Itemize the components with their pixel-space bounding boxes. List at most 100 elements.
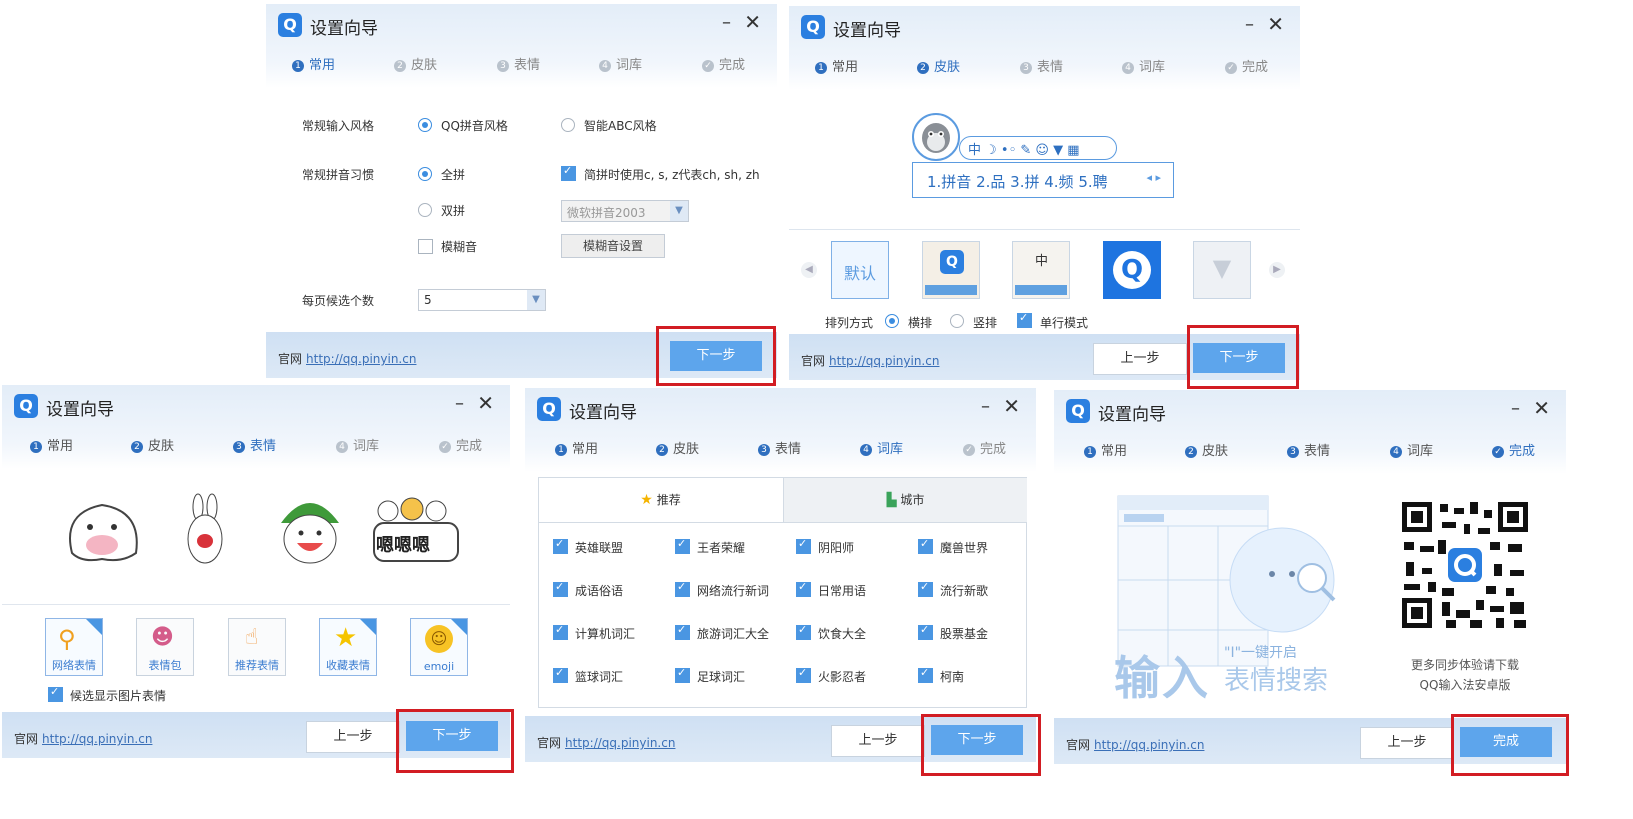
tab-emoji[interactable]: 3 表情 <box>1020 56 1063 75</box>
tab-emoji[interactable]: 3 表情 <box>758 438 801 457</box>
dict-checkbox[interactable] <box>796 580 811 597</box>
tab-recommend[interactable]: ★ 推荐 <box>539 478 782 523</box>
tab-emoji[interactable]: 3 表情 <box>1287 440 1330 459</box>
dict-checkbox[interactable] <box>675 580 690 597</box>
full-pinyin-radio[interactable] <box>418 167 432 181</box>
tab-emoji[interactable]: 3 表情 <box>497 54 540 73</box>
horizontal-radio[interactable] <box>885 314 899 328</box>
dict-item[interactable]: 成语俗语 <box>575 582 623 599</box>
tab-common[interactable]: 1 常用 <box>815 56 858 75</box>
tab-city[interactable]: ▙ 城市 <box>783 478 1027 523</box>
dict-item[interactable]: 网络流行新词 <box>697 582 769 599</box>
single-line-checkbox[interactable] <box>1017 311 1032 328</box>
dict-checkbox[interactable] <box>675 666 690 683</box>
prev-button[interactable]: 上一步 <box>306 721 400 753</box>
tab-skin[interactable]: 2 皮肤 <box>917 56 960 75</box>
minimize-button[interactable]: – <box>455 393 464 414</box>
dict-item[interactable]: 王者荣耀 <box>697 539 745 556</box>
dict-checkbox[interactable] <box>553 666 568 683</box>
minimize-button[interactable]: – <box>1245 14 1254 35</box>
tab-common[interactable]: 1 常用 <box>1084 440 1127 459</box>
dict-item[interactable]: 魔兽世界 <box>940 539 988 556</box>
dict-checkbox[interactable] <box>675 623 690 640</box>
skin-map[interactable]: Q <box>922 241 980 299</box>
close-button[interactable]: ✕ <box>1267 12 1284 36</box>
dict-checkbox[interactable] <box>918 623 933 640</box>
tab-skin[interactable]: 2 皮肤 <box>394 54 437 73</box>
skin-grid[interactable]: 中 <box>1012 241 1070 299</box>
dict-item[interactable]: 足球词汇 <box>697 668 745 685</box>
dict-checkbox[interactable] <box>553 623 568 640</box>
double-pinyin-radio[interactable] <box>418 203 432 217</box>
vertical-radio[interactable] <box>950 314 964 328</box>
double-scheme-select[interactable]: 微软拼音2003 ▼ <box>561 200 689 222</box>
show-image-emoji-checkbox[interactable] <box>48 685 63 702</box>
tab-dictionary[interactable]: 4 词库 <box>1390 440 1433 459</box>
prev-button[interactable]: 上一步 <box>1360 727 1454 759</box>
prev-button[interactable]: 上一步 <box>831 725 925 757</box>
dict-checkbox[interactable] <box>918 580 933 597</box>
dict-checkbox[interactable] <box>796 537 811 554</box>
close-button[interactable]: ✕ <box>477 391 494 415</box>
dict-item[interactable]: 英雄联盟 <box>575 539 623 556</box>
tab-skin[interactable]: 2 皮肤 <box>656 438 699 457</box>
close-button[interactable]: ✕ <box>1533 396 1550 420</box>
abc-style-radio[interactable] <box>561 118 575 132</box>
tab-finish[interactable]: ✓ 完成 <box>1225 56 1268 75</box>
site-link[interactable]: http://qq.pinyin.cn <box>565 736 675 750</box>
dict-item[interactable]: 旅游词汇大全 <box>697 625 769 642</box>
dict-checkbox[interactable] <box>675 537 690 554</box>
dict-item[interactable]: 计算机词汇 <box>575 625 635 642</box>
emoji-set-recommended[interactable]: ☝ 推荐表情 <box>228 618 286 676</box>
tab-emoji[interactable]: 3 表情 <box>233 435 276 454</box>
tab-dictionary[interactable]: 4 词库 <box>336 435 379 454</box>
dict-item[interactable]: 篮球词汇 <box>575 668 623 685</box>
skin-blue[interactable]: Q <box>1103 241 1161 299</box>
tab-dictionary[interactable]: 4 词库 <box>1122 56 1165 75</box>
tab-common[interactable]: 1 常用 <box>292 54 335 73</box>
minimize-button[interactable]: – <box>722 12 731 33</box>
dict-checkbox[interactable] <box>553 580 568 597</box>
fuzzy-checkbox[interactable] <box>418 239 433 254</box>
dict-checkbox[interactable] <box>553 537 568 554</box>
dict-checkbox[interactable] <box>796 623 811 640</box>
tab-finish[interactable]: ✓ 完成 <box>963 438 1006 457</box>
dict-checkbox[interactable] <box>918 537 933 554</box>
site-link[interactable]: http://qq.pinyin.cn <box>42 732 152 746</box>
tab-dictionary[interactable]: 4 词库 <box>599 54 642 73</box>
scroll-right-button[interactable]: ▶ <box>1269 262 1285 278</box>
dict-item[interactable]: 饮食大全 <box>818 625 866 642</box>
tab-finish[interactable]: ✓ 完成 <box>702 54 745 73</box>
dict-item[interactable]: 柯南 <box>940 668 964 685</box>
skin-custom[interactable]: ▼ <box>1193 241 1251 299</box>
emoji-set-pack[interactable]: ☻ 表情包 <box>136 618 194 676</box>
dict-item[interactable]: 阴阳师 <box>818 539 854 556</box>
site-link[interactable]: http://qq.pinyin.cn <box>1094 738 1204 752</box>
site-link[interactable]: http://qq.pinyin.cn <box>306 352 416 366</box>
jianpin-checkbox[interactable] <box>561 164 576 181</box>
dict-item[interactable]: 日常用语 <box>818 582 866 599</box>
dict-checkbox[interactable] <box>796 666 811 683</box>
dict-item[interactable]: 股票基金 <box>940 625 988 642</box>
tab-skin[interactable]: 2 皮肤 <box>131 435 174 454</box>
tab-finish[interactable]: ✓ 完成 <box>439 435 482 454</box>
qq-style-radio[interactable] <box>418 118 432 132</box>
dict-item[interactable]: 流行新歌 <box>940 582 988 599</box>
per-page-select[interactable]: 5 ▼ <box>418 289 546 311</box>
tab-dictionary[interactable]: 4 词库 <box>860 438 903 457</box>
site-link[interactable]: http://qq.pinyin.cn <box>829 354 939 368</box>
dict-checkbox[interactable] <box>918 666 933 683</box>
scroll-left-button[interactable]: ◀ <box>801 262 817 278</box>
close-button[interactable]: ✕ <box>1003 394 1020 418</box>
minimize-button[interactable]: – <box>981 396 990 417</box>
tab-common[interactable]: 1 常用 <box>30 435 73 454</box>
fuzzy-settings-button[interactable]: 模糊音设置 <box>561 234 665 258</box>
tab-skin[interactable]: 2 皮肤 <box>1185 440 1228 459</box>
minimize-button[interactable]: – <box>1511 398 1520 419</box>
skin-default[interactable]: 默认 <box>831 241 889 299</box>
dict-item[interactable]: 火影忍者 <box>818 668 866 685</box>
emoji-set-emoji[interactable]: ☺ emoji <box>410 618 468 676</box>
emoji-set-network[interactable]: ⚲ 网络表情 <box>45 618 103 676</box>
tab-common[interactable]: 1 常用 <box>555 438 598 457</box>
prev-button[interactable]: 上一步 <box>1093 343 1187 375</box>
